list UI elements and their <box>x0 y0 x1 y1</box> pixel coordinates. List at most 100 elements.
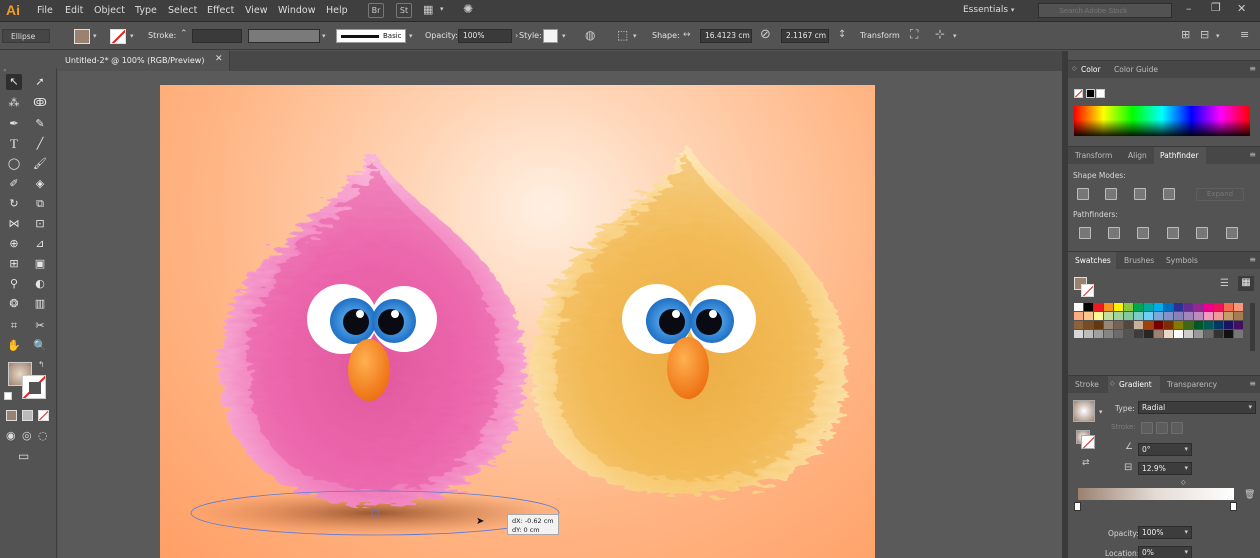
stroke-none-swatch[interactable] <box>110 29 126 44</box>
color-swatch[interactable] <box>1204 321 1213 329</box>
gradient-slider[interactable] <box>1078 488 1234 500</box>
chevron-down-icon[interactable]: ▾ <box>130 32 134 40</box>
tab-swatches[interactable]: Swatches <box>1075 256 1111 265</box>
color-swatch[interactable] <box>1154 312 1163 320</box>
reverse-gradient-icon[interactable]: ⇄ <box>1082 458 1090 468</box>
color-swatch[interactable] <box>1194 303 1203 311</box>
color-swatch[interactable] <box>1194 321 1203 329</box>
symbol-sprayer-tool-icon[interactable]: ❂ <box>6 296 22 312</box>
type-tool-icon[interactable]: T <box>6 136 22 152</box>
chevron-right-icon[interactable]: › <box>515 31 518 40</box>
menu-help[interactable]: Help <box>326 5 348 16</box>
menu-edit[interactable]: Edit <box>65 5 83 16</box>
color-swatch[interactable] <box>1154 303 1163 311</box>
color-swatch[interactable] <box>1074 321 1083 329</box>
graphic-style-swatch[interactable] <box>543 29 558 43</box>
transform-link[interactable]: Transform <box>860 31 900 40</box>
shape-label[interactable]: Shape: <box>652 31 680 40</box>
color-swatch[interactable] <box>1234 330 1243 338</box>
color-mode-icon[interactable] <box>6 410 17 421</box>
color-swatch[interactable] <box>1134 330 1143 338</box>
close-tab-icon[interactable]: ✕ <box>215 54 223 64</box>
default-colors-icon[interactable] <box>4 392 12 400</box>
color-swatch[interactable] <box>1094 303 1103 311</box>
color-swatch[interactable] <box>1174 303 1183 311</box>
rotate-tool-icon[interactable]: ↻ <box>6 196 22 212</box>
color-swatch[interactable] <box>1084 303 1093 311</box>
grid-view-icon[interactable]: ▦ <box>1238 276 1254 291</box>
outline-icon[interactable] <box>1196 227 1208 239</box>
color-swatch[interactable] <box>1204 303 1213 311</box>
shaper-tool-icon[interactable]: ✐ <box>6 176 22 192</box>
color-swatch[interactable] <box>1174 312 1183 320</box>
tab-symbols[interactable]: Symbols <box>1166 256 1198 265</box>
stroke-swatch[interactable] <box>22 375 46 399</box>
draw-normal-icon[interactable]: ◉ <box>6 429 16 442</box>
artboard-tool-icon[interactable]: ⌗ <box>6 318 22 334</box>
tab-align[interactable]: Align <box>1128 151 1147 160</box>
swap-fill-stroke-icon[interactable]: ↰ <box>38 360 45 369</box>
curvature-tool-icon[interactable]: ✎ <box>32 116 48 132</box>
gradient-mode-icon[interactable] <box>22 410 33 421</box>
align-to-icon[interactable]: ⬚ <box>617 28 628 42</box>
artboard[interactable] <box>160 85 875 558</box>
brush-definition[interactable]: Basic <box>336 29 406 43</box>
stroke-label[interactable]: Stroke: <box>148 31 176 40</box>
tab-transparency[interactable]: Transparency <box>1167 380 1217 389</box>
color-swatch[interactable] <box>1114 312 1123 320</box>
color-spectrum[interactable] <box>1074 106 1250 136</box>
color-swatch[interactable] <box>1084 321 1093 329</box>
color-swatch[interactable] <box>1144 312 1153 320</box>
color-swatch[interactable] <box>1224 312 1233 320</box>
gpu-performance-icon[interactable]: ✺ <box>463 2 473 16</box>
chevron-down-icon[interactable]: ▾ <box>633 32 637 40</box>
tab-color-guide[interactable]: Color Guide <box>1114 65 1158 74</box>
color-swatch[interactable] <box>1124 321 1133 329</box>
panel-toggle-icon[interactable]: ⊟ <box>1200 28 1209 41</box>
color-swatch[interactable] <box>1234 321 1243 329</box>
close-icon[interactable]: ✕ <box>1237 2 1246 15</box>
color-swatch[interactable] <box>1164 303 1173 311</box>
white-swatch[interactable] <box>1096 89 1105 98</box>
tab-stroke[interactable]: Stroke <box>1075 380 1099 389</box>
color-swatch[interactable] <box>1134 321 1143 329</box>
color-swatch[interactable] <box>1234 303 1243 311</box>
gradient-aspect-field[interactable]: 12.9% ▾ <box>1138 462 1192 475</box>
color-swatch[interactable] <box>1214 303 1223 311</box>
perspective-grid-tool-icon[interactable]: ⊿ <box>32 236 48 252</box>
color-swatch[interactable] <box>1094 312 1103 320</box>
minimize-icon[interactable]: – <box>1186 2 1192 15</box>
chevron-down-icon[interactable]: ▾ <box>562 32 566 40</box>
gradient-thumbnail[interactable] <box>1073 400 1095 422</box>
color-swatch[interactable] <box>1124 330 1133 338</box>
tab-color[interactable]: Color <box>1081 65 1101 74</box>
draw-inside-icon[interactable]: ◌ <box>38 429 48 442</box>
color-swatch[interactable] <box>1154 330 1163 338</box>
color-swatch[interactable] <box>1184 321 1193 329</box>
color-swatch[interactable] <box>1164 312 1173 320</box>
ellipse-tool-icon[interactable]: ◯ <box>6 156 22 172</box>
gradient-tool-icon[interactable]: ▣ <box>32 256 48 272</box>
exclude-icon[interactable] <box>1163 188 1175 200</box>
magic-wand-tool-icon[interactable]: ⁂ <box>6 95 22 111</box>
stroke-along-icon[interactable] <box>1156 422 1168 434</box>
panel-menu-icon[interactable]: ≡ <box>1249 64 1256 73</box>
trim-icon[interactable] <box>1108 227 1120 239</box>
color-swatch[interactable] <box>1124 303 1133 311</box>
screen-mode-icon[interactable]: ▭ <box>18 449 29 463</box>
arrange-icon[interactable]: ⊞ <box>1181 28 1190 41</box>
width-tool-icon[interactable]: ⋈ <box>6 216 22 232</box>
bridge-icon[interactable]: Br <box>368 3 384 18</box>
constrain-proportions-icon[interactable]: ⊘ <box>760 27 771 42</box>
gradient-location-field[interactable]: 0% ▾ <box>1138 546 1192 558</box>
chevron-down-icon[interactable]: ▾ <box>322 32 326 40</box>
variable-width-profile[interactable] <box>248 29 320 43</box>
color-swatch[interactable] <box>1104 330 1113 338</box>
document-tab[interactable]: Untitled-2* @ 100% (RGB/Preview) <box>58 51 230 71</box>
active-stroke-swatch[interactable] <box>1081 284 1094 297</box>
draw-behind-icon[interactable]: ◎ <box>22 429 32 442</box>
color-swatch[interactable] <box>1194 312 1203 320</box>
color-swatch[interactable] <box>1094 330 1103 338</box>
recolor-artwork-icon[interactable]: ◍ <box>585 28 595 42</box>
scale-tool-icon[interactable]: ⧉ <box>32 196 48 212</box>
